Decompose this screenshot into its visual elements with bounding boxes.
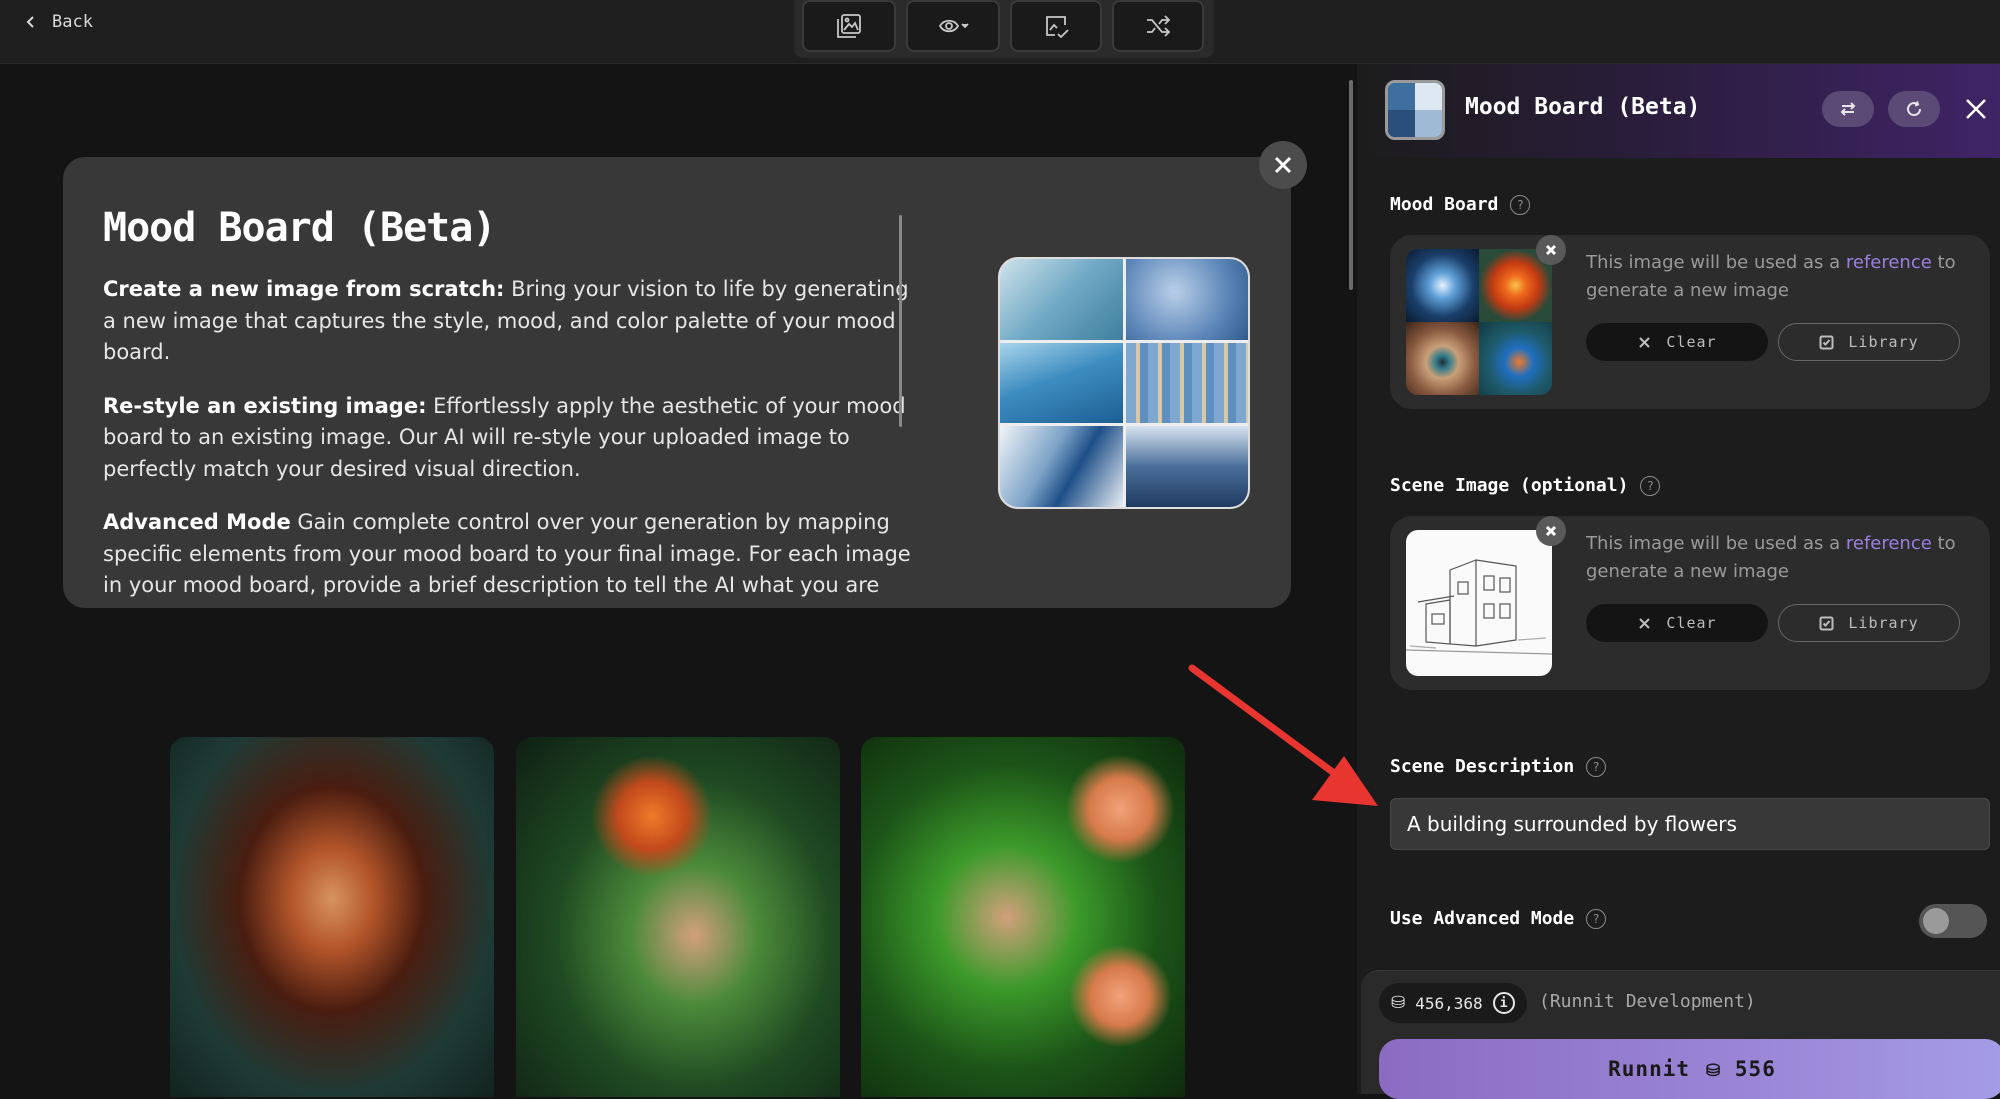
reference-hint-text: This image will be used as a	[1586, 533, 1846, 554]
reference-hint: This image will be used as a reference t…	[1586, 249, 1966, 305]
help-icon[interactable]: ?	[1640, 475, 1661, 496]
refresh-button[interactable]	[1888, 91, 1940, 127]
info-card: Mood Board (Beta) Create a new image fro…	[63, 157, 1291, 608]
help-icon[interactable]: ?	[1586, 756, 1607, 777]
checkbox-icon	[1819, 335, 1834, 349]
back-button[interactable]: Back	[24, 12, 93, 32]
info-p1-bold: Create a new image from scratch:	[103, 277, 505, 301]
close-icon	[1639, 336, 1651, 348]
main-scrollbar[interactable]	[1349, 80, 1353, 290]
toolbar	[794, 0, 1214, 58]
advanced-mode-label-text: Use Advanced Mode	[1390, 908, 1575, 929]
scene-image-label: Scene Image (optional) ?	[1390, 475, 1661, 496]
library-button[interactable]: Library	[1778, 323, 1960, 361]
scene-description-input[interactable]	[1390, 798, 1990, 850]
info-description: Create a new image from scratch: Bring y…	[103, 274, 915, 608]
back-label: Back	[52, 12, 93, 32]
gallery-button[interactable]	[802, 0, 896, 52]
clear-label: Clear	[1666, 614, 1717, 632]
chevron-left-icon	[26, 16, 34, 28]
help-icon[interactable]: ?	[1586, 908, 1607, 929]
clear-button[interactable]: Clear	[1586, 323, 1768, 361]
shuffle-icon	[1147, 15, 1171, 37]
gallery-image-orange-hood[interactable]	[170, 737, 494, 1097]
library-label: Library	[1848, 333, 1919, 351]
cost-display: ⛁ 556	[1706, 1057, 1776, 1081]
close-icon	[1966, 99, 1986, 119]
gallery-icon	[837, 14, 861, 38]
close-icon	[1545, 525, 1557, 537]
info-title: Mood Board (Beta)	[103, 205, 496, 251]
coins-icon: ⛁	[1706, 1061, 1722, 1081]
mood-board-label: Mood Board ?	[1390, 194, 1531, 215]
library-button[interactable]: Library	[1778, 604, 1960, 642]
info-icon[interactable]: i	[1492, 992, 1515, 1014]
building-sketch	[1406, 559, 1552, 655]
reference-hint-text: This image will be used as a	[1586, 252, 1846, 273]
info-scrollbar[interactable]	[899, 215, 902, 427]
clear-label: Clear	[1666, 333, 1717, 351]
info-p3-bold: Advanced Mode	[103, 510, 291, 534]
workspace-label: (Runnit Development)	[1539, 991, 1756, 1012]
panel-header: Mood Board (Beta)	[1357, 64, 2000, 158]
refresh-icon	[1907, 101, 1922, 117]
help-icon[interactable]: ?	[1510, 194, 1531, 215]
close-icon	[1545, 244, 1557, 256]
remove-scene-image-button[interactable]	[1536, 516, 1566, 546]
scene-description-label: Scene Description ?	[1390, 756, 1607, 777]
swap-icon	[1840, 102, 1856, 116]
eye-dropdown-icon	[938, 19, 969, 33]
close-icon	[1274, 156, 1292, 174]
reference-link[interactable]: reference	[1846, 533, 1932, 554]
library-label: Library	[1848, 614, 1919, 632]
close-panel-button[interactable]	[1963, 96, 1989, 122]
view-dropdown-button[interactable]	[906, 0, 1000, 52]
clear-button[interactable]: Clear	[1586, 604, 1768, 642]
close-icon	[1639, 617, 1651, 629]
info-p2-bold: Re-style an existing image:	[103, 393, 427, 418]
run-footer: ⛁ 456,368 i (Runnit Development) Runnit …	[1361, 970, 2000, 1099]
reference-link[interactable]: reference	[1846, 252, 1932, 273]
mood-board-upload: This image will be used as a reference t…	[1390, 235, 1990, 409]
image-check-button[interactable]	[1010, 0, 1102, 52]
panel-title: Mood Board (Beta)	[1465, 94, 1701, 120]
remove-mood-board-button[interactable]	[1536, 235, 1566, 265]
scene-image-upload: This image will be used as a reference t…	[1390, 516, 1990, 690]
panel-thumbnail	[1385, 80, 1445, 140]
close-info-button[interactable]	[1259, 141, 1307, 189]
reference-hint: This image will be used as a reference t…	[1586, 530, 1966, 586]
top-bar: Back	[0, 0, 2000, 64]
scene-image-label-text: Scene Image (optional)	[1390, 475, 1629, 496]
image-check-icon	[1046, 16, 1069, 39]
scene-description-label-text: Scene Description	[1390, 756, 1575, 777]
advanced-mode-label: Use Advanced Mode ?	[1390, 908, 1607, 929]
gallery-image-green-hood-flower[interactable]	[516, 737, 840, 1097]
gallery-image-green-hood-garden[interactable]	[861, 737, 1185, 1097]
checkbox-icon	[1819, 616, 1834, 630]
credits-value: 456,368	[1415, 993, 1483, 1013]
advanced-mode-toggle[interactable]	[1919, 904, 1987, 938]
mood-board-image	[1406, 249, 1552, 395]
scene-image	[1406, 530, 1552, 676]
swap-button[interactable]	[1822, 91, 1874, 127]
runnit-label: Runnit	[1608, 1057, 1690, 1081]
run-cost: 556	[1734, 1057, 1776, 1081]
mood-board-panel: Mood Board (Beta) Mood Board ? This imag…	[1357, 64, 2000, 1094]
coins-icon: ⛁	[1391, 993, 1406, 1013]
mood-board-label-text: Mood Board	[1390, 194, 1499, 215]
runnit-button[interactable]: Runnit ⛁ 556	[1379, 1039, 2000, 1099]
shuffle-button[interactable]	[1112, 0, 1204, 52]
mood-board-collage	[998, 257, 1250, 509]
credits-badge: ⛁ 456,368 i	[1379, 983, 1527, 1023]
